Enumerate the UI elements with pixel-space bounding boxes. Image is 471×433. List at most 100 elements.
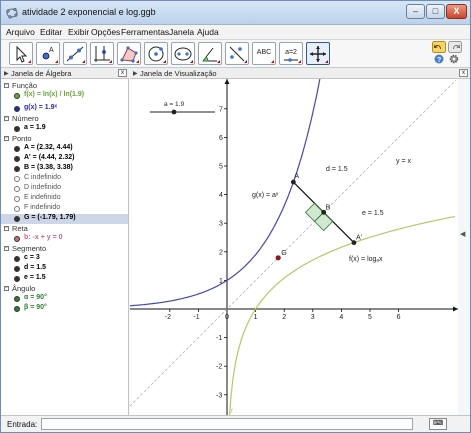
category-label: Função xyxy=(12,81,38,90)
algebra-item[interactable]: g(x) = 1.9ˣ xyxy=(1,104,128,114)
maximize-button[interactable]: □ xyxy=(426,4,445,19)
algebra-item[interactable]: D indefinido xyxy=(1,184,128,194)
algebra-item[interactable]: α = 90° xyxy=(1,294,128,304)
visibility-toggle-icon[interactable] xyxy=(14,256,20,262)
menu-ferramentas[interactable]: Ferramentas xyxy=(121,27,169,37)
menu-bar: Arquivo Editar Exibir Opções Ferramentas… xyxy=(1,25,470,40)
algebra-item[interactable]: E indefinido xyxy=(1,194,128,204)
algebra-item[interactable]: β = 90° xyxy=(1,304,128,314)
minimize-button[interactable]: – xyxy=(406,4,425,19)
settings-gear-icon[interactable] xyxy=(449,54,459,64)
algebra-category[interactable]: − Ângulo xyxy=(1,284,128,294)
menu-exibir[interactable]: Exibir xyxy=(68,27,89,37)
perpendicular-tool[interactable] xyxy=(90,42,114,65)
algebra-item[interactable]: b: -x + y = 0 xyxy=(1,234,128,244)
algebra-category[interactable]: − Função xyxy=(1,81,128,91)
algebra-category[interactable]: − Segmento xyxy=(1,244,128,254)
visibility-toggle-icon[interactable] xyxy=(14,266,20,272)
graphics-canvas[interactable]: -2 -1 0 1 2 3 4 5 6-3-2-11234567AA'BGd = 1.5e = … xyxy=(130,79,458,415)
help-icon[interactable]: ? xyxy=(434,54,444,64)
input-label: Entrada: xyxy=(7,420,38,429)
algebra-item[interactable]: G = (-1.79, 1.79) xyxy=(1,214,128,224)
visibility-toggle-icon[interactable] xyxy=(14,196,20,202)
graphics-panel-close-icon[interactable]: x xyxy=(459,69,468,77)
algebra-item[interactable]: C indefinido xyxy=(1,174,128,184)
line-y-equals-x-label: y = x xyxy=(396,158,411,165)
point-tool[interactable]: A xyxy=(36,42,60,65)
menu-janela[interactable]: Janela xyxy=(169,27,194,37)
visibility-toggle-icon[interactable] xyxy=(14,146,20,152)
collapse-arrow-icon[interactable]: ▶ xyxy=(4,70,9,77)
visibility-toggle-icon[interactable] xyxy=(14,236,20,242)
visibility-toggle-icon[interactable] xyxy=(14,106,20,112)
y-tick-label: 7 xyxy=(219,106,223,113)
algebra-item[interactable]: f(x) = ln(x) / ln(1.9) xyxy=(1,91,128,101)
move-tool[interactable] xyxy=(9,42,33,65)
input-bar: Entrada: ⌨ xyxy=(1,415,470,432)
algebra-item[interactable]: B = (3.38, 3.38) xyxy=(1,164,128,174)
algebra-category[interactable]: − Número xyxy=(1,114,128,124)
menu-editar[interactable]: Editar xyxy=(40,27,62,37)
algebra-category[interactable]: − Reta xyxy=(1,224,128,234)
collapse-toggle-icon[interactable]: − xyxy=(4,116,9,121)
visibility-toggle-icon[interactable] xyxy=(14,306,20,312)
visibility-toggle-icon[interactable] xyxy=(14,156,20,162)
side-panel-arrow-icon[interactable]: ◀ xyxy=(460,230,465,238)
visibility-toggle-icon[interactable] xyxy=(14,296,20,302)
menu-opcoes[interactable]: Opções xyxy=(91,27,120,37)
y-tick-label: 3 xyxy=(219,221,223,228)
input-field[interactable] xyxy=(41,418,413,430)
algebra-item[interactable]: A = (2.32, 4.44) xyxy=(1,144,128,154)
algebra-item-label: β = 90° xyxy=(24,304,47,311)
visibility-toggle-icon[interactable] xyxy=(14,93,20,99)
algebra-panel-close-icon[interactable]: x xyxy=(118,69,127,77)
keyboard-icon[interactable]: ⌨ xyxy=(429,418,447,430)
close-button[interactable]: X xyxy=(446,4,467,19)
visibility-toggle-icon[interactable] xyxy=(14,206,20,212)
point-g[interactable] xyxy=(275,255,281,261)
algebra-item[interactable]: A' = (4.44, 2.32) xyxy=(1,154,128,164)
collapse-toggle-icon[interactable]: − xyxy=(4,83,9,88)
collapse-toggle-icon[interactable]: − xyxy=(4,286,9,291)
visibility-toggle-icon[interactable] xyxy=(14,216,20,222)
menu-ajuda[interactable]: Ajuda xyxy=(197,27,219,37)
slider-tool[interactable]: a=2 xyxy=(279,42,303,65)
point-a[interactable] xyxy=(290,179,296,185)
x-tick-label: 3 xyxy=(311,314,315,321)
collapse-toggle-icon[interactable]: − xyxy=(4,226,9,231)
x-axis-arrow xyxy=(453,306,458,312)
point-a-prime-label: A' xyxy=(356,235,362,242)
slider-knob[interactable] xyxy=(171,109,177,115)
line-y-equals-x[interactable] xyxy=(130,79,457,407)
visibility-toggle-icon[interactable] xyxy=(14,176,20,182)
function-g-label: g(x) = aˣ xyxy=(252,192,279,199)
reflect-tool[interactable] xyxy=(225,42,249,65)
angle-tool[interactable] xyxy=(198,42,222,65)
polygon-tool[interactable] xyxy=(117,42,141,65)
ellipse-tool[interactable] xyxy=(171,42,195,65)
line-tool[interactable] xyxy=(63,42,87,65)
text-tool[interactable]: ABC xyxy=(252,42,276,65)
algebra-category[interactable]: − Ponto xyxy=(1,134,128,144)
circle-tool[interactable] xyxy=(144,42,168,65)
collapse-toggle-icon[interactable]: − xyxy=(4,246,9,251)
algebra-item[interactable]: F indefinido xyxy=(1,204,128,214)
visibility-toggle-icon[interactable] xyxy=(14,276,20,282)
menu-arquivo[interactable]: Arquivo xyxy=(6,27,35,37)
collapse-toggle-icon[interactable]: − xyxy=(4,136,9,141)
y-axis-arrow xyxy=(224,79,230,84)
visibility-toggle-icon[interactable] xyxy=(14,186,20,192)
algebra-item[interactable]: c = 3 xyxy=(1,254,128,264)
move-view-tool[interactable] xyxy=(306,42,330,65)
visibility-toggle-icon[interactable] xyxy=(14,126,20,132)
graphics-view[interactable]: -2 -1 0 1 2 3 4 5 6 -3 -2 -1 1 2 3 4 5 6 7 A A' B Gd = 1.5 e = … xyxy=(130,79,458,415)
visibility-toggle-icon[interactable] xyxy=(14,166,20,172)
redo-icon[interactable] xyxy=(448,41,462,53)
algebra-item[interactable]: d = 1.5 xyxy=(1,264,128,274)
algebra-item[interactable]: a = 1.9 xyxy=(1,124,128,134)
y-tick-label: 6 xyxy=(219,135,223,142)
graph-g-curve[interactable] xyxy=(130,79,321,307)
collapse-arrow-icon[interactable]: ▶ xyxy=(133,70,138,77)
algebra-item[interactable]: e = 1.5 xyxy=(1,274,128,284)
undo-icon[interactable] xyxy=(432,41,446,53)
